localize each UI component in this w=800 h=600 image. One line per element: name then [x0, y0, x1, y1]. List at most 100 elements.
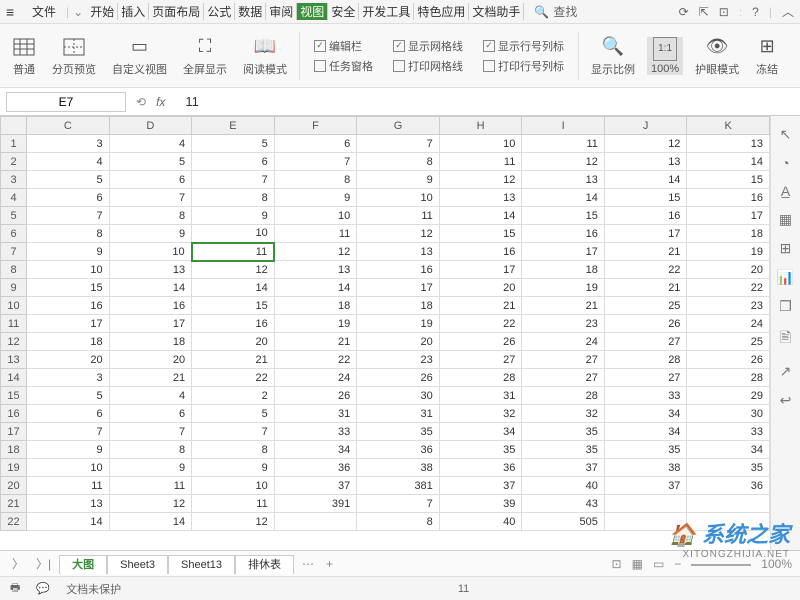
- cell-G15[interactable]: 30: [357, 387, 440, 405]
- comment-icon[interactable]: 💬: [36, 582, 50, 595]
- cell-J6[interactable]: 17: [604, 225, 687, 243]
- cell-H5[interactable]: 14: [439, 207, 522, 225]
- cell-E2[interactable]: 6: [192, 153, 275, 171]
- cell-H15[interactable]: 31: [439, 387, 522, 405]
- cell-H12[interactable]: 26: [439, 333, 522, 351]
- row-header-5[interactable]: 5: [1, 207, 27, 225]
- cell-J5[interactable]: 16: [604, 207, 687, 225]
- view-mode1-icon[interactable]: ⊡: [612, 557, 622, 571]
- cell-C12[interactable]: 18: [27, 333, 110, 351]
- cell-I16[interactable]: 32: [522, 405, 605, 423]
- cell-H10[interactable]: 21: [439, 297, 522, 315]
- cell-K19[interactable]: 35: [687, 459, 770, 477]
- check-grid-print[interactable]: 打印网格线: [393, 58, 463, 74]
- tab-6[interactable]: 视图: [297, 3, 328, 20]
- cell-J10[interactable]: 25: [604, 297, 687, 315]
- cell-C16[interactable]: 6: [27, 405, 110, 423]
- cell-D11[interactable]: 17: [109, 315, 192, 333]
- col-header-C[interactable]: C: [27, 117, 110, 135]
- cell-C15[interactable]: 5: [27, 387, 110, 405]
- cell-C4[interactable]: 6: [27, 189, 110, 207]
- cell-G1[interactable]: 7: [357, 135, 440, 153]
- col-header-E[interactable]: E: [192, 117, 275, 135]
- cell-C20[interactable]: 11: [27, 477, 110, 495]
- col-header-D[interactable]: D: [109, 117, 192, 135]
- cell-D21[interactable]: 12: [109, 495, 192, 513]
- view-read[interactable]: 📖 阅读模式: [239, 35, 291, 77]
- cell-J1[interactable]: 12: [604, 135, 687, 153]
- cell-I12[interactable]: 24: [522, 333, 605, 351]
- row-header-14[interactable]: 14: [1, 369, 27, 387]
- cell-K4[interactable]: 16: [687, 189, 770, 207]
- cell-I18[interactable]: 35: [522, 441, 605, 459]
- cell-C6[interactable]: 8: [27, 225, 110, 243]
- cell-K1[interactable]: 13: [687, 135, 770, 153]
- cell-J18[interactable]: 35: [604, 441, 687, 459]
- cell-D18[interactable]: 8: [109, 441, 192, 459]
- cell-I9[interactable]: 19: [522, 279, 605, 297]
- cell-G5[interactable]: 11: [357, 207, 440, 225]
- cell-G6[interactable]: 12: [357, 225, 440, 243]
- cell-G9[interactable]: 17: [357, 279, 440, 297]
- cell-F17[interactable]: 33: [274, 423, 357, 441]
- cell-G22[interactable]: 8: [357, 513, 440, 531]
- cell-H11[interactable]: 22: [439, 315, 522, 333]
- row-header-4[interactable]: 4: [1, 189, 27, 207]
- cell-I14[interactable]: 27: [522, 369, 605, 387]
- cell-J16[interactable]: 34: [604, 405, 687, 423]
- cell-F10[interactable]: 18: [274, 297, 357, 315]
- cell-D5[interactable]: 8: [109, 207, 192, 225]
- cell-J13[interactable]: 28: [604, 351, 687, 369]
- cell-H20[interactable]: 37: [439, 477, 522, 495]
- check-editbar[interactable]: ✓编辑栏: [314, 38, 373, 54]
- cell-H16[interactable]: 32: [439, 405, 522, 423]
- shape-circle-icon[interactable]: ◔: [781, 155, 789, 171]
- formula-value[interactable]: 11: [175, 94, 199, 109]
- cell-J8[interactable]: 22: [604, 261, 687, 279]
- cell-D12[interactable]: 18: [109, 333, 192, 351]
- col-header-F[interactable]: F: [274, 117, 357, 135]
- cell-G10[interactable]: 18: [357, 297, 440, 315]
- sheet-more-icon[interactable]: ⋯: [298, 557, 318, 571]
- cell-reference[interactable]: [6, 92, 126, 112]
- cell-H22[interactable]: 40: [439, 513, 522, 531]
- cell-G2[interactable]: 8: [357, 153, 440, 171]
- row-header-13[interactable]: 13: [1, 351, 27, 369]
- cell-D17[interactable]: 7: [109, 423, 192, 441]
- cell-D8[interactable]: 13: [109, 261, 192, 279]
- cell-F19[interactable]: 36: [274, 459, 357, 477]
- cell-C14[interactable]: 3: [27, 369, 110, 387]
- cell-D7[interactable]: 10: [109, 243, 192, 261]
- col-header-G[interactable]: G: [357, 117, 440, 135]
- cell-H3[interactable]: 12: [439, 171, 522, 189]
- search-icon[interactable]: 🔍: [534, 5, 549, 19]
- cell-I20[interactable]: 40: [522, 477, 605, 495]
- cell-F9[interactable]: 14: [274, 279, 357, 297]
- cell-F15[interactable]: 26: [274, 387, 357, 405]
- tab-0[interactable]: 开始: [87, 3, 118, 20]
- cell-D22[interactable]: 14: [109, 513, 192, 531]
- zoom-100[interactable]: 1:1 100%: [647, 37, 683, 75]
- cell-C10[interactable]: 16: [27, 297, 110, 315]
- cell-G11[interactable]: 19: [357, 315, 440, 333]
- dropdown-icon[interactable]: ⌄: [73, 5, 83, 19]
- format-icon[interactable]: A̲: [781, 183, 790, 199]
- search-label[interactable]: 查找: [553, 3, 577, 20]
- print-icon[interactable]: 🖶: [10, 579, 20, 598]
- cell-I13[interactable]: 27: [522, 351, 605, 369]
- row-header-20[interactable]: 20: [1, 477, 27, 495]
- cell-D20[interactable]: 11: [109, 477, 192, 495]
- cell-I1[interactable]: 11: [522, 135, 605, 153]
- file-menu[interactable]: 文件: [26, 3, 62, 20]
- cell-K6[interactable]: 18: [687, 225, 770, 243]
- cell-C8[interactable]: 10: [27, 261, 110, 279]
- row-header-6[interactable]: 6: [1, 225, 27, 243]
- cell-G3[interactable]: 9: [357, 171, 440, 189]
- tab-8[interactable]: 开发工具: [359, 3, 414, 20]
- cell-E12[interactable]: 20: [192, 333, 275, 351]
- tab-4[interactable]: 数据: [235, 3, 266, 20]
- row-header-15[interactable]: 15: [1, 387, 27, 405]
- tab-1[interactable]: 插入: [118, 3, 149, 20]
- cell-I3[interactable]: 13: [522, 171, 605, 189]
- collapse-icon[interactable]: ︿: [782, 3, 794, 20]
